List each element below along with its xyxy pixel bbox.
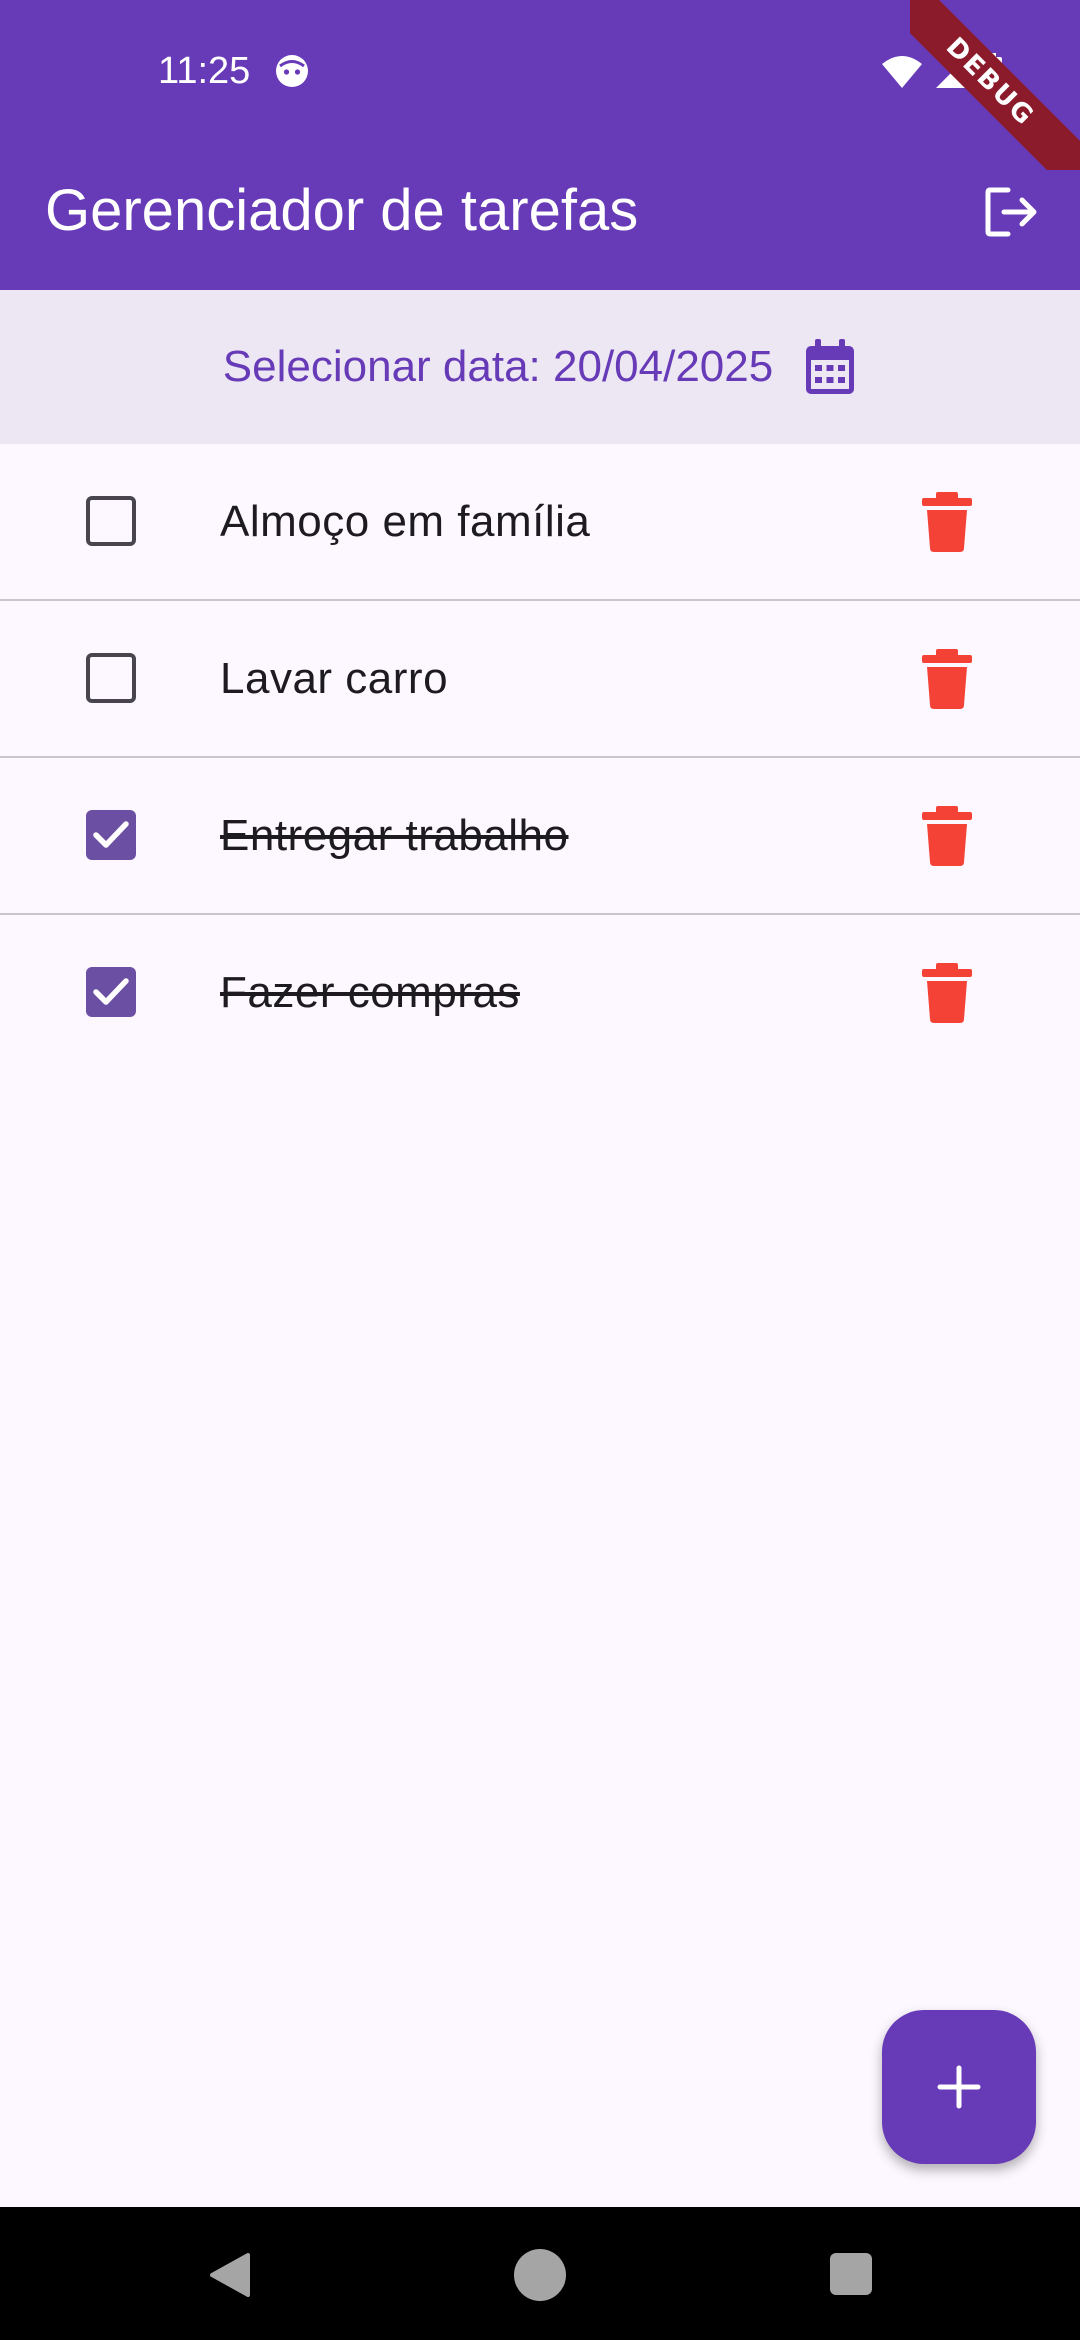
task-title: Entregar trabalho xyxy=(220,811,569,860)
add-icon xyxy=(937,2065,981,2109)
delete-icon[interactable] xyxy=(920,806,974,866)
delete-icon[interactable] xyxy=(920,963,974,1023)
task-row: Almoço em família xyxy=(0,444,1080,601)
task-list: Almoço em família Lavar carro Entregar t… xyxy=(0,444,1080,1072)
home-button[interactable] xyxy=(514,2249,566,2301)
task-title: Almoço em família xyxy=(220,497,591,546)
back-icon[interactable] xyxy=(206,2251,252,2299)
status-time: 11:25 xyxy=(158,50,251,92)
logout-icon xyxy=(985,187,1037,237)
delete-icon[interactable] xyxy=(920,649,974,709)
page-title: Gerenciador de tarefas xyxy=(45,178,639,243)
check-icon xyxy=(93,821,129,848)
recents-button[interactable] xyxy=(830,2253,872,2295)
task-title: Fazer compras xyxy=(220,968,520,1017)
system-nav-bar xyxy=(0,2207,1080,2340)
task-row: Entregar trabalho xyxy=(0,758,1080,915)
task-checkbox[interactable] xyxy=(86,496,136,546)
debug-banner: DEBUG xyxy=(910,0,1080,170)
app-bar: 11:25 DEBUG Gerenciador de tarefas xyxy=(0,0,1080,290)
calendar-icon xyxy=(806,339,855,394)
task-title: Lavar carro xyxy=(220,654,449,703)
task-checkbox[interactable] xyxy=(86,967,136,1017)
task-row: Fazer compras xyxy=(0,915,1080,1072)
task-checkbox[interactable] xyxy=(86,653,136,703)
delete-icon[interactable] xyxy=(920,492,974,552)
task-checkbox[interactable] xyxy=(86,810,136,860)
date-selector-button[interactable]: Selecionar data: 20/04/2025 xyxy=(0,290,1080,444)
date-selector-label: Selecionar data: 20/04/2025 xyxy=(222,342,774,391)
check-icon xyxy=(93,978,129,1005)
logout-button[interactable] xyxy=(980,180,1044,244)
debug-banner-label: DEBUG xyxy=(910,0,1080,170)
notification-face-icon xyxy=(276,55,308,87)
add-task-button[interactable] xyxy=(882,2010,1036,2164)
task-row: Lavar carro xyxy=(0,601,1080,758)
